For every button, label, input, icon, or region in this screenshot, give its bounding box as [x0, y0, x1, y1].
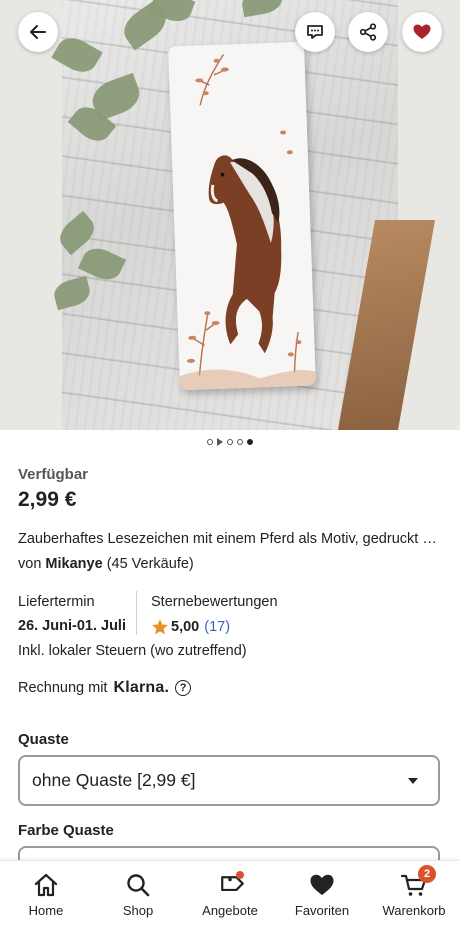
search-icon: [127, 874, 150, 897]
share-icon: [359, 23, 377, 41]
divider: [136, 591, 137, 635]
heart-icon: [413, 24, 431, 39]
bookmark-product: [168, 41, 316, 391]
nav-warenkorb[interactable]: 2 Warenkorb: [368, 865, 460, 918]
product-title[interactable]: Zauberhaftes Lesezeichen mit einem Pferd…: [18, 531, 442, 547]
tag-icon-wrapper: [216, 871, 244, 899]
seller-line: von Mikanye (45 Verkäufe): [18, 556, 194, 572]
klarna-info[interactable]: Rechnung mit Klarna. ?: [18, 679, 192, 697]
back-button[interactable]: [18, 12, 58, 52]
product-image-gallery[interactable]: [0, 0, 460, 430]
favorite-button[interactable]: [402, 12, 442, 52]
home-icon: [34, 873, 58, 897]
option-label-quaste: Quaste: [18, 731, 69, 748]
gallery-dot[interactable]: [227, 439, 233, 445]
availability-text: Verfügbar: [18, 466, 89, 483]
cart-icon-wrapper: 2: [400, 865, 436, 899]
gallery-dot[interactable]: [207, 439, 213, 445]
klarna-logo: Klarna.: [113, 679, 170, 696]
nav-favoriten[interactable]: Favoriten: [276, 871, 368, 918]
tax-note: Inkl. lokaler Steuern (wo zutreffend): [18, 643, 247, 659]
message-seller-button[interactable]: [295, 12, 335, 52]
message-icon: [307, 25, 323, 39]
delivery-date: 26. Juni-01. Juli: [18, 618, 126, 634]
product-price: 2,99 €: [18, 488, 77, 511]
chevron-down-icon: [408, 778, 418, 784]
quaste-select[interactable]: ohne Quaste [2,99 €]: [18, 755, 440, 806]
help-icon[interactable]: ?: [175, 680, 192, 696]
delivery-label: Liefertermin: [18, 594, 95, 610]
notification-dot: [236, 871, 244, 879]
rating-value: 5,00: [171, 619, 200, 635]
nav-favoriten-label: Favoriten: [294, 903, 350, 918]
leaf-decoration: [51, 31, 103, 79]
nav-angebote-label: Angebote: [202, 903, 258, 918]
rating-count-link[interactable]: (17): [204, 619, 230, 635]
leaf-decoration: [240, 0, 284, 18]
nav-shop[interactable]: Shop: [92, 871, 184, 918]
seller-prefix: von: [18, 556, 42, 572]
nav-home-label: Home: [28, 903, 64, 918]
video-play-icon[interactable]: [217, 438, 223, 446]
cart-count-badge: 2: [418, 865, 436, 883]
gallery-dot[interactable]: [237, 439, 243, 445]
nav-angebote[interactable]: Angebote: [184, 871, 276, 918]
gallery-dot-active[interactable]: [247, 439, 253, 445]
klarna-prefix: Rechnung mit: [18, 680, 108, 696]
nav-home[interactable]: Home: [0, 871, 92, 918]
arrow-left-icon: [30, 25, 46, 39]
share-button[interactable]: [348, 12, 388, 52]
gallery-indicator[interactable]: [0, 436, 460, 448]
leaf-decoration: [51, 275, 93, 311]
nav-shop-label: Shop: [122, 903, 154, 918]
nav-warenkorb-label: Warenkorb: [382, 903, 446, 918]
option-label-farbe-quaste: Farbe Quaste: [18, 822, 114, 839]
wood-surface: [338, 220, 436, 430]
bottom-navigation: Home Shop Angebote Favoriten 2 Warenkorb: [0, 860, 460, 952]
rating-label: Sternebewertungen: [151, 594, 278, 610]
rating-summary[interactable]: 5,00 (17): [151, 618, 230, 636]
horse-illustration: [179, 54, 316, 391]
quaste-selected-value: ohne Quaste [2,99 €]: [32, 770, 196, 790]
star-icon: [152, 619, 168, 635]
heart-icon: [310, 874, 334, 895]
seller-sales: (45 Verkäufe): [106, 556, 194, 572]
seller-name-link[interactable]: Mikanye: [45, 556, 102, 572]
